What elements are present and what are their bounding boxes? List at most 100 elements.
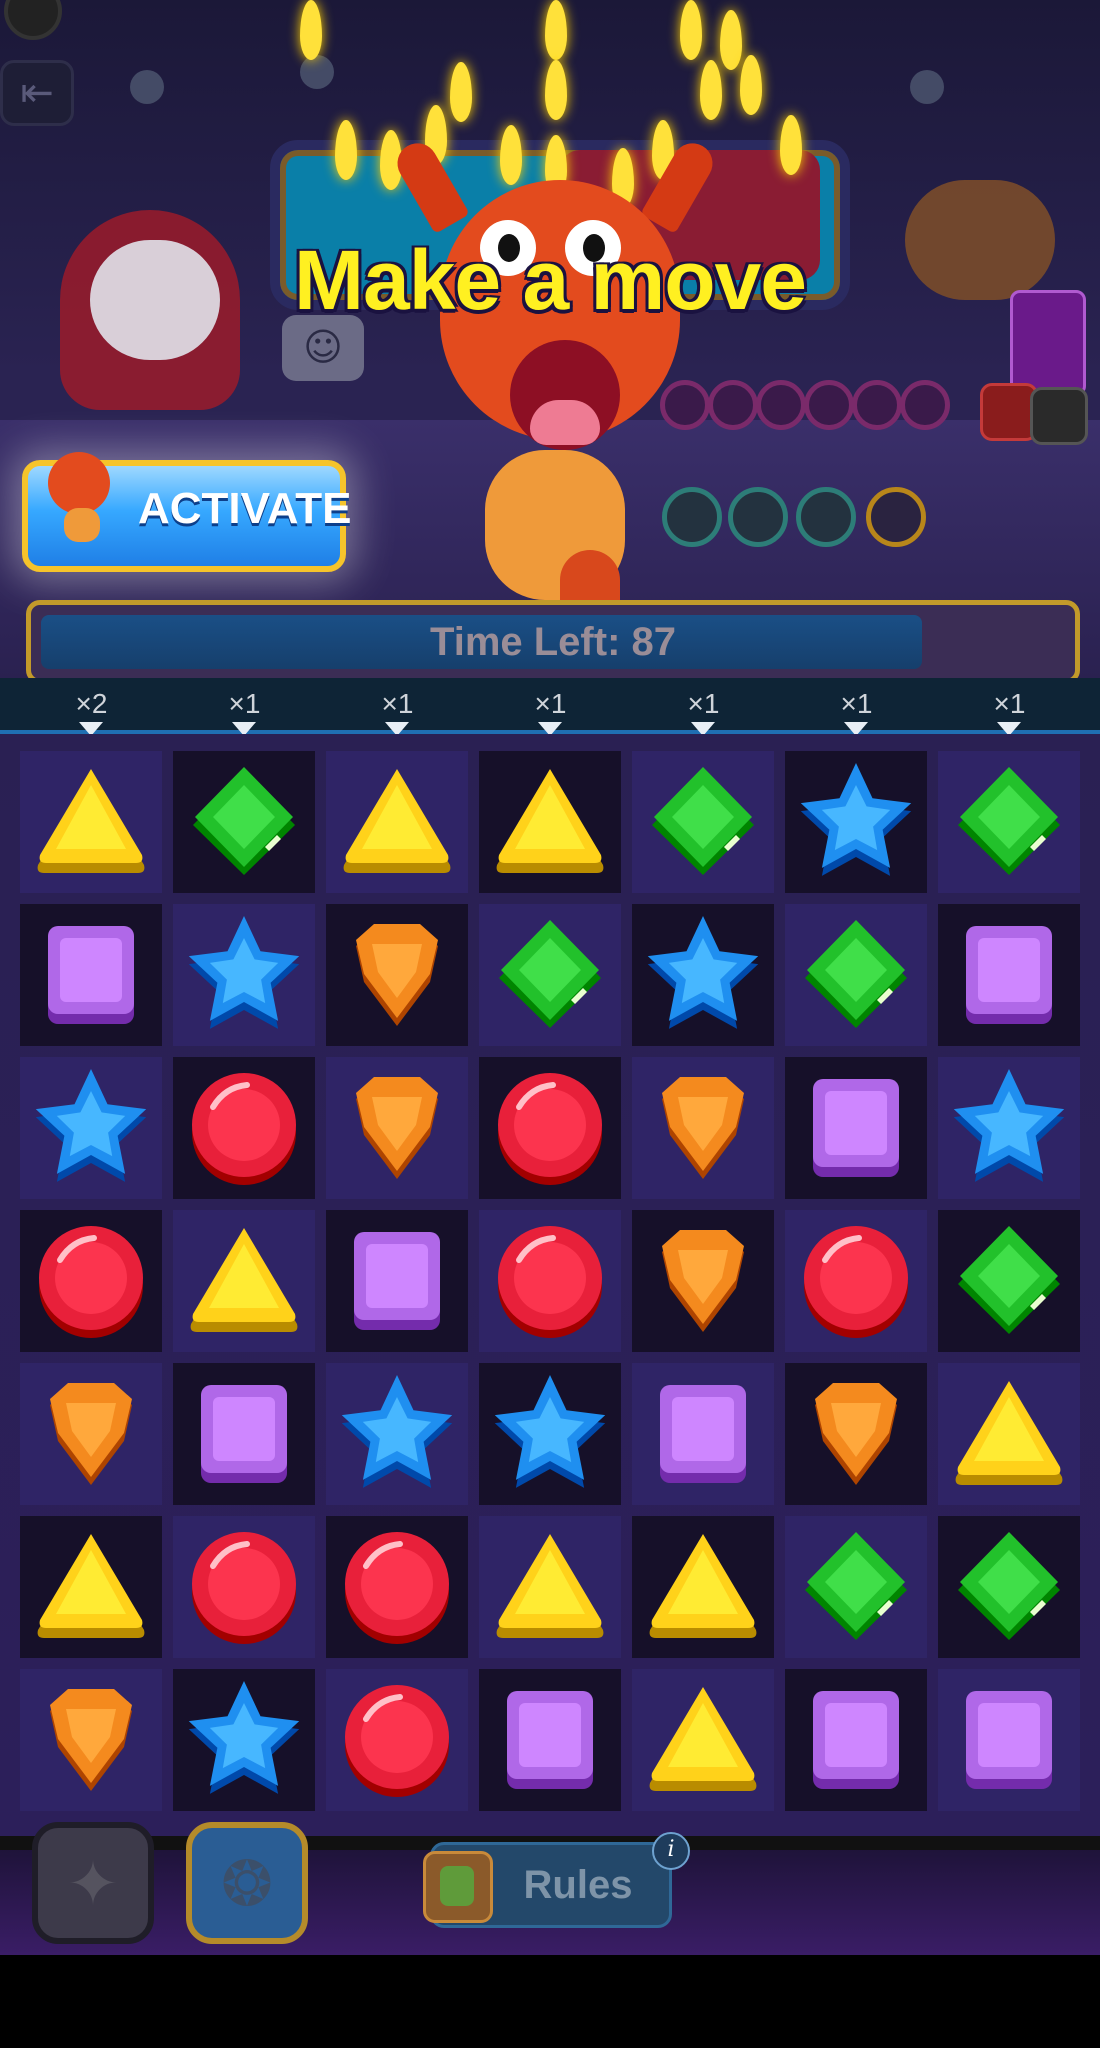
yellow-triangle-gem-icon[interactable] [632,1516,774,1658]
board-cell[interactable] [173,1363,315,1505]
green-diamond-gem-icon[interactable] [632,751,774,893]
board-cell[interactable] [479,1210,621,1352]
green-diamond-gem-icon[interactable] [173,751,315,893]
board-cell[interactable] [632,1057,774,1199]
board-cell[interactable] [632,904,774,1046]
orange-shield-gem-icon[interactable] [20,1669,162,1811]
board-cell[interactable] [20,751,162,893]
board-cell[interactable] [785,1363,927,1505]
red-circle-gem-icon[interactable] [785,1210,927,1352]
board-cell[interactable] [20,1669,162,1811]
board-cell[interactable] [632,1516,774,1658]
red-circle-gem-icon[interactable] [173,1057,315,1199]
info-icon[interactable]: i [652,1832,690,1870]
board-cell[interactable] [20,1516,162,1658]
red-circle-gem-icon[interactable] [479,1057,621,1199]
board-cell[interactable] [326,751,468,893]
board-cell[interactable] [785,751,927,893]
board-cell[interactable] [479,1669,621,1811]
purple-square-gem-icon[interactable] [173,1363,315,1505]
blue-star-gem-icon[interactable] [938,1057,1080,1199]
board-cell[interactable] [632,1210,774,1352]
board-cell[interactable] [632,751,774,893]
orange-shield-gem-icon[interactable] [326,1057,468,1199]
yellow-triangle-gem-icon[interactable] [938,1363,1080,1505]
board-cell[interactable] [173,1669,315,1811]
blue-star-gem-icon[interactable] [326,1363,468,1505]
activate-button[interactable]: ACTIVATE [22,452,351,572]
green-diamond-gem-icon[interactable] [938,751,1080,893]
board-cell[interactable] [326,1516,468,1658]
green-diamond-gem-icon[interactable] [938,1516,1080,1658]
yellow-triangle-gem-icon[interactable] [326,751,468,893]
board-cell[interactable] [785,1057,927,1199]
board-cell[interactable] [326,1669,468,1811]
board-cell[interactable] [173,1057,315,1199]
board-cell[interactable] [479,751,621,893]
red-circle-gem-icon[interactable] [479,1210,621,1352]
blue-star-gem-icon[interactable] [632,904,774,1046]
green-diamond-gem-icon[interactable] [938,1210,1080,1352]
yellow-triangle-gem-icon[interactable] [479,1516,621,1658]
board-cell[interactable] [938,1516,1080,1658]
orange-shield-gem-icon[interactable] [632,1210,774,1352]
board-cell[interactable] [173,1516,315,1658]
blue-star-gem-icon[interactable] [173,904,315,1046]
blue-star-gem-icon[interactable] [785,751,927,893]
red-circle-gem-icon[interactable] [326,1516,468,1658]
purple-square-gem-icon[interactable] [632,1363,774,1505]
purple-square-gem-icon[interactable] [20,904,162,1046]
board-cell[interactable] [479,1516,621,1658]
green-diamond-gem-icon[interactable] [785,1516,927,1658]
board-cell[interactable] [479,1363,621,1505]
board-cell[interactable] [785,1210,927,1352]
red-circle-gem-icon[interactable] [20,1210,162,1352]
board-cell[interactable] [938,1057,1080,1199]
rules-button[interactable]: Rules [423,1842,672,1928]
board-cell[interactable] [326,1363,468,1505]
board-cell[interactable] [938,904,1080,1046]
yellow-triangle-gem-icon[interactable] [173,1210,315,1352]
board-cell[interactable] [173,1210,315,1352]
board-cell[interactable] [20,904,162,1046]
green-diamond-gem-icon[interactable] [785,904,927,1046]
yellow-triangle-gem-icon[interactable] [479,751,621,893]
board-cell[interactable] [479,904,621,1046]
board-cell[interactable] [785,1516,927,1658]
board-cell[interactable] [938,1363,1080,1505]
board-cell[interactable] [173,751,315,893]
blue-star-gem-icon[interactable] [479,1363,621,1505]
purple-square-gem-icon[interactable] [785,1669,927,1811]
orange-shield-gem-icon[interactable] [785,1363,927,1505]
board-cell[interactable] [632,1669,774,1811]
board-cell[interactable] [632,1363,774,1505]
orange-shield-gem-icon[interactable] [20,1363,162,1505]
board-cell[interactable] [326,904,468,1046]
yellow-triangle-gem-icon[interactable] [20,751,162,893]
board-cell[interactable] [938,751,1080,893]
board-cell[interactable] [326,1057,468,1199]
board-cell[interactable] [938,1210,1080,1352]
purple-square-gem-icon[interactable] [938,904,1080,1046]
board-cell[interactable] [326,1210,468,1352]
purple-square-gem-icon[interactable] [938,1669,1080,1811]
orange-shield-gem-icon[interactable] [632,1057,774,1199]
red-circle-gem-icon[interactable] [326,1669,468,1811]
purple-square-gem-icon[interactable] [785,1057,927,1199]
gem-board[interactable] [0,734,1100,1836]
board-cell[interactable] [785,904,927,1046]
star-booster-button[interactable]: ✦ [32,1822,154,1944]
blue-star-gem-icon[interactable] [20,1057,162,1199]
green-diamond-gem-icon[interactable] [479,904,621,1046]
red-circle-gem-icon[interactable] [173,1516,315,1658]
purple-square-gem-icon[interactable] [326,1210,468,1352]
orange-shield-gem-icon[interactable] [326,904,468,1046]
board-cell[interactable] [479,1057,621,1199]
board-cell[interactable] [20,1363,162,1505]
board-cell[interactable] [20,1057,162,1199]
purple-square-gem-icon[interactable] [479,1669,621,1811]
yellow-triangle-gem-icon[interactable] [20,1516,162,1658]
board-cell[interactable] [173,904,315,1046]
board-cell[interactable] [785,1669,927,1811]
board-cell[interactable] [20,1210,162,1352]
